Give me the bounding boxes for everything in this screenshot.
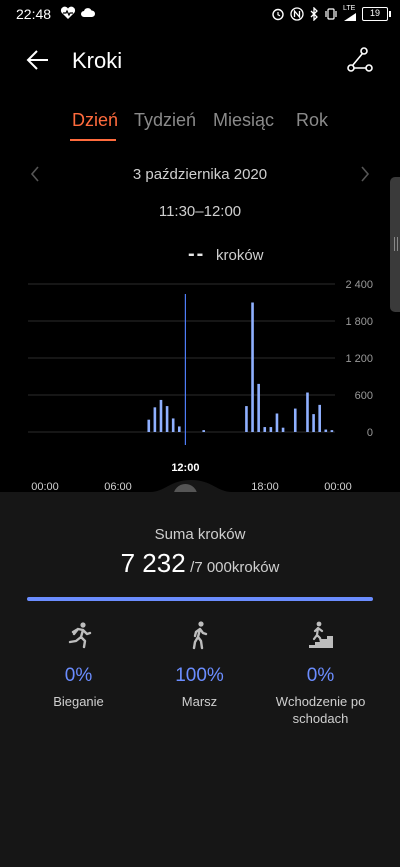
- time-range: 11:30–12:00: [158, 203, 242, 220]
- running-percent: 0%: [64, 665, 93, 686]
- stairs-label: Wchodzenie po schodach: [275, 694, 366, 726]
- tab-month[interactable]: Miesiąc: [213, 110, 274, 131]
- chart-bar: [318, 404, 321, 432]
- active-tab-indicator: [70, 139, 116, 141]
- chart-bar: [257, 383, 260, 432]
- tab-day[interactable]: Dzień: [72, 110, 118, 131]
- chart-bar: [177, 426, 181, 432]
- stairs-percent: 0%: [306, 665, 335, 686]
- selected-time-label: 12:00: [171, 462, 199, 474]
- walking-percent: 100%: [175, 665, 224, 686]
- y-tick-label: 0: [367, 427, 373, 439]
- chart-bar: [269, 427, 273, 432]
- page-title: Kroki: [72, 48, 123, 73]
- back-arrow-icon[interactable]: [24, 46, 52, 74]
- running-label: Bieganie: [53, 694, 104, 709]
- y-tick-label: 2 400: [345, 279, 373, 291]
- summary-panel: Suma kroków 7 232 /7 000kroków 0% Biegan…: [0, 492, 400, 867]
- chart-bar: [281, 427, 285, 432]
- bluetooth-icon: [310, 6, 318, 21]
- nfc-icon: [290, 6, 304, 21]
- activity-running: 0% Bieganie: [12, 620, 145, 710]
- share-icon[interactable]: [346, 46, 374, 74]
- running-icon: [68, 622, 91, 649]
- activity-stairs: 0% Wchodzenie po schodach: [254, 620, 387, 727]
- activity-walking: 100% Marsz: [133, 620, 266, 710]
- summary-value: 7 232: [120, 548, 186, 578]
- chart-bar: [293, 408, 297, 432]
- alarm-icon: [272, 8, 284, 20]
- signal-icon: [344, 13, 356, 21]
- cloud-icon: [81, 8, 96, 17]
- chart-bar: [147, 419, 151, 432]
- chart-bar: [312, 414, 315, 432]
- chart-bar: [306, 392, 309, 432]
- y-tick-label: 1 200: [345, 353, 373, 365]
- chart-bar: [251, 302, 254, 432]
- date-navigator: 3 października 2020: [0, 162, 400, 186]
- chart-bar: [275, 413, 279, 432]
- chevron-right-icon[interactable]: [352, 162, 376, 186]
- summary-row: 7 232 /7 000kroków: [0, 548, 400, 579]
- tab-week[interactable]: Tydzień: [134, 110, 196, 131]
- tab-year[interactable]: Rok: [296, 110, 328, 131]
- chart-bar: [202, 430, 206, 432]
- status-bar: 22:48 LTE 19: [0, 0, 400, 28]
- steps-chart[interactable]: 06001 2001 8002 40012:0000:00 06:00 18:00 0…: [0, 270, 400, 500]
- y-tick-label: 1 800: [345, 316, 373, 328]
- y-tick-label: 600: [355, 390, 373, 402]
- chart-bar: [324, 429, 328, 432]
- status-time: 22:48: [16, 6, 52, 22]
- walking-icon: [192, 621, 207, 650]
- walking-label: Marsz: [181, 694, 218, 709]
- chart-bar: [153, 407, 157, 432]
- period-tabs: Dzień Tydzień Miesiąc Rok: [0, 110, 400, 142]
- goal-progress-bar: [27, 597, 373, 601]
- lte-label: LTE: [343, 5, 356, 12]
- vibrate-icon: [325, 7, 337, 20]
- summary-label: Suma kroków: [154, 526, 246, 543]
- chart-bar: [245, 406, 248, 432]
- chart-bar: [263, 427, 267, 432]
- battery-icon: 19: [362, 6, 391, 21]
- date-label: 3 października 2020: [132, 166, 268, 183]
- stairs-icon: [308, 621, 333, 648]
- summary-goal: /7 000kroków: [190, 559, 280, 576]
- selected-steps-value: --: [188, 243, 206, 265]
- heart-rate-icon: [60, 6, 76, 19]
- battery-level: 19: [369, 7, 380, 18]
- chart-bar: [330, 430, 334, 432]
- chart-bar: [159, 399, 163, 432]
- app-header: Kroki: [0, 40, 400, 80]
- selected-steps-unit: kroków: [216, 247, 264, 264]
- chart-bar: [165, 406, 169, 432]
- chart-bar: [171, 418, 175, 432]
